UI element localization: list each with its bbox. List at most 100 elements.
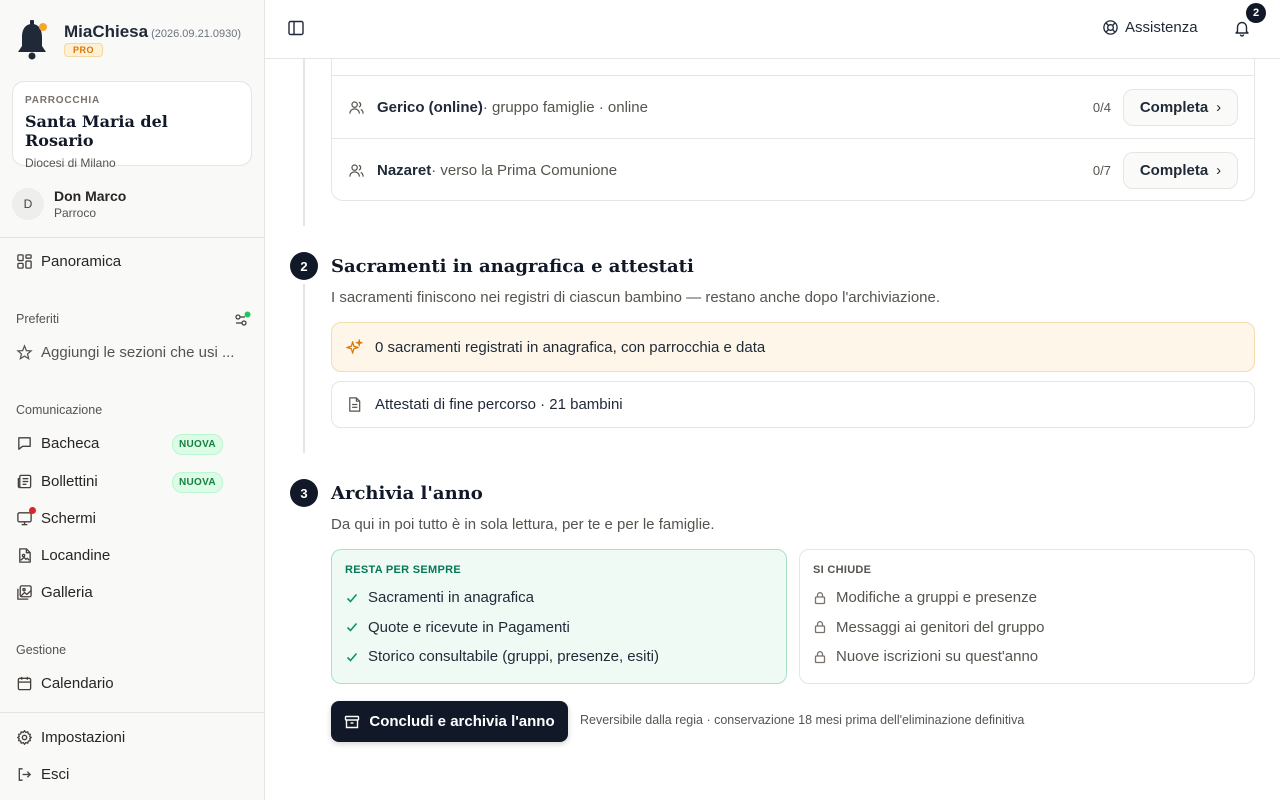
user-profile[interactable]: D Don Marco Parroco — [12, 188, 126, 220]
sidebar-item-label: Impostazioni — [41, 729, 126, 746]
new-badge: NUOVA — [172, 434, 223, 455]
new-badge: NUOVA — [172, 472, 223, 493]
file-image-icon — [19, 548, 31, 563]
sidebar-item-calendario[interactable]: Calendario — [16, 675, 114, 692]
help-button[interactable]: Assistenza — [1102, 19, 1198, 36]
archive-year-button[interactable]: Concludi e archivia l'anno — [331, 701, 568, 742]
complete-label: Completa — [1139, 98, 1209, 116]
communication-label: Comunicazione — [16, 403, 103, 417]
sacraments-text: 0 sacramenti registrati in anagrafica, c… — [375, 338, 766, 356]
sidebar-item-label: Esci — [41, 766, 70, 783]
archive-button-label: Concludi e archivia l'anno — [369, 713, 555, 730]
main-content: Gerico (online) · gruppo famiglie · onli… — [265, 0, 1280, 800]
sidebar-item-label: Bacheca — [41, 435, 100, 452]
sidebar-item-bollettini[interactable]: Bollettini — [16, 473, 98, 490]
timeline-line — [303, 284, 305, 453]
management-label: Gestione — [16, 643, 67, 657]
check-icon — [346, 593, 358, 603]
gallery-icon — [17, 585, 32, 600]
message-icon — [18, 437, 31, 450]
keep-item: Storico consultabile (gruppi, presenze, … — [345, 642, 773, 672]
certificates-text: Attestati di fine percorso · 21 bambini — [375, 396, 623, 413]
newspaper-icon — [17, 474, 32, 489]
keep-item-text: Quote e ricevute in Pagamenti — [368, 618, 570, 636]
keep-forever-box: RESTA PER SEMPRE Sacramenti in anagrafic… — [331, 549, 787, 684]
sidebar-item-settings[interactable]: Impostazioni — [16, 729, 125, 746]
sidebar-item-bacheca[interactable]: Bacheca — [16, 435, 99, 452]
keep-kicker: RESTA PER SEMPRE — [345, 564, 462, 576]
user-role: Parroco — [54, 206, 97, 220]
gear-icon — [17, 730, 32, 745]
group-meta: · gruppo famiglie · online — [482, 98, 648, 116]
complete-button[interactable]: Completa › — [1123, 151, 1238, 189]
close-item-text: Messaggi ai genitori del gruppo — [836, 618, 1045, 636]
lifebuoy-icon — [1103, 20, 1118, 35]
sidebar-item-galleria[interactable]: Galleria — [16, 584, 93, 601]
notification-badge: 2 — [1246, 3, 1266, 23]
close-item: Nuove iscrizioni su quest'anno — [813, 642, 1241, 672]
group-progress: 0/7 — [1092, 162, 1111, 178]
logout-icon — [18, 768, 32, 781]
pro-badge: PRO — [64, 43, 104, 57]
timeline-line — [303, 59, 305, 226]
user-name: Don Marco — [54, 188, 127, 204]
app-version: (2026.09.21.0930) — [151, 28, 242, 40]
step-title: Sacramenti in anagrafica e attestati — [331, 256, 694, 277]
users-icon — [349, 163, 364, 177]
sidebar-item-label: Schermi — [41, 510, 97, 527]
keep-item-text: Storico consultabile (gruppi, presenze, … — [368, 648, 659, 666]
sidebar: MiaChiesa (2026.09.21.0930) PRO PARROCCHI… — [0, 0, 265, 800]
parish-card[interactable]: PARROCCHIA Santa Maria del Rosario Dioce… — [12, 81, 252, 170]
group-name: Nazaret — [377, 161, 432, 179]
sidebar-item-logout[interactable]: Esci — [16, 766, 69, 783]
close-kicker: SI CHIUDE — [813, 564, 872, 576]
sidebar-item-locandine[interactable]: Locandine — [16, 547, 110, 564]
favorites-add[interactable]: Aggiungi le sezioni che usi ... — [16, 344, 234, 361]
step-title: Archivia l'anno — [331, 483, 483, 504]
sidebar-item-label: Galleria — [41, 584, 93, 601]
sidebar-item-schermi[interactable]: Schermi — [16, 510, 96, 527]
lock-icon — [814, 591, 826, 604]
group-row: Nazaret · verso la Prima Comunione 0/7 C… — [332, 138, 1254, 200]
group-progress: 0/4 — [1092, 99, 1111, 115]
star-icon — [16, 344, 33, 360]
chevron-right-icon: › — [1216, 161, 1222, 179]
step-description: I sacramenti finiscono nei registri di c… — [331, 289, 941, 306]
step-number: 2 — [290, 252, 318, 280]
sidebar-item-overview[interactable]: Panoramica — [16, 253, 121, 270]
lock-icon — [814, 650, 826, 663]
sacraments-note: 0 sacramenti registrati in anagrafica, c… — [331, 322, 1255, 372]
sidebar-item-label: Locandine — [41, 547, 111, 564]
chevron-right-icon: › — [1216, 98, 1222, 116]
close-item: Modifiche a gruppi e presenze — [813, 583, 1241, 613]
check-icon — [346, 652, 358, 662]
avatar: D — [12, 188, 44, 220]
sidebar-toggle-icon[interactable] — [287, 19, 305, 37]
brand[interactable]: MiaChiesa (2026.09.21.0930) PRO — [14, 18, 241, 62]
complete-button[interactable]: Completa › — [1123, 88, 1238, 126]
notification-bell-icon[interactable] — [1233, 19, 1251, 37]
parish-diocese: Diocesi di Milano — [25, 156, 116, 170]
keep-item: Sacramenti in anagrafica — [345, 583, 773, 613]
parish-name: Santa Maria del Rosario — [25, 112, 168, 150]
closes-box: SI CHIUDE Modifiche a gruppi e presenze … — [799, 549, 1255, 684]
document-icon — [349, 397, 361, 412]
sidebar-divider — [0, 237, 264, 238]
lock-icon — [814, 621, 826, 634]
keep-item: Quote e ricevute in Pagamenti — [345, 613, 773, 643]
certificates-row[interactable]: Attestati di fine percorso · 21 bambini — [331, 381, 1255, 428]
sparkles-icon — [346, 338, 363, 354]
parish-kicker: PARROCCHIA — [25, 95, 101, 106]
sidebar-divider — [0, 712, 264, 713]
check-icon — [346, 623, 358, 632]
group-meta: · verso la Prima Comunione — [431, 161, 618, 179]
sliders-icon[interactable] — [233, 311, 251, 329]
step-number: 3 — [290, 479, 318, 507]
step-description: Da qui in poi tutto è in sola lettura, p… — [331, 516, 715, 533]
users-icon — [349, 100, 364, 114]
favorites-label: Preferiti — [16, 312, 60, 326]
favorites-placeholder: Aggiungi le sezioni che usi ... — [41, 344, 235, 361]
archive-icon — [345, 715, 360, 728]
bell-logo-icon — [18, 20, 47, 60]
alert-dot — [29, 507, 36, 514]
